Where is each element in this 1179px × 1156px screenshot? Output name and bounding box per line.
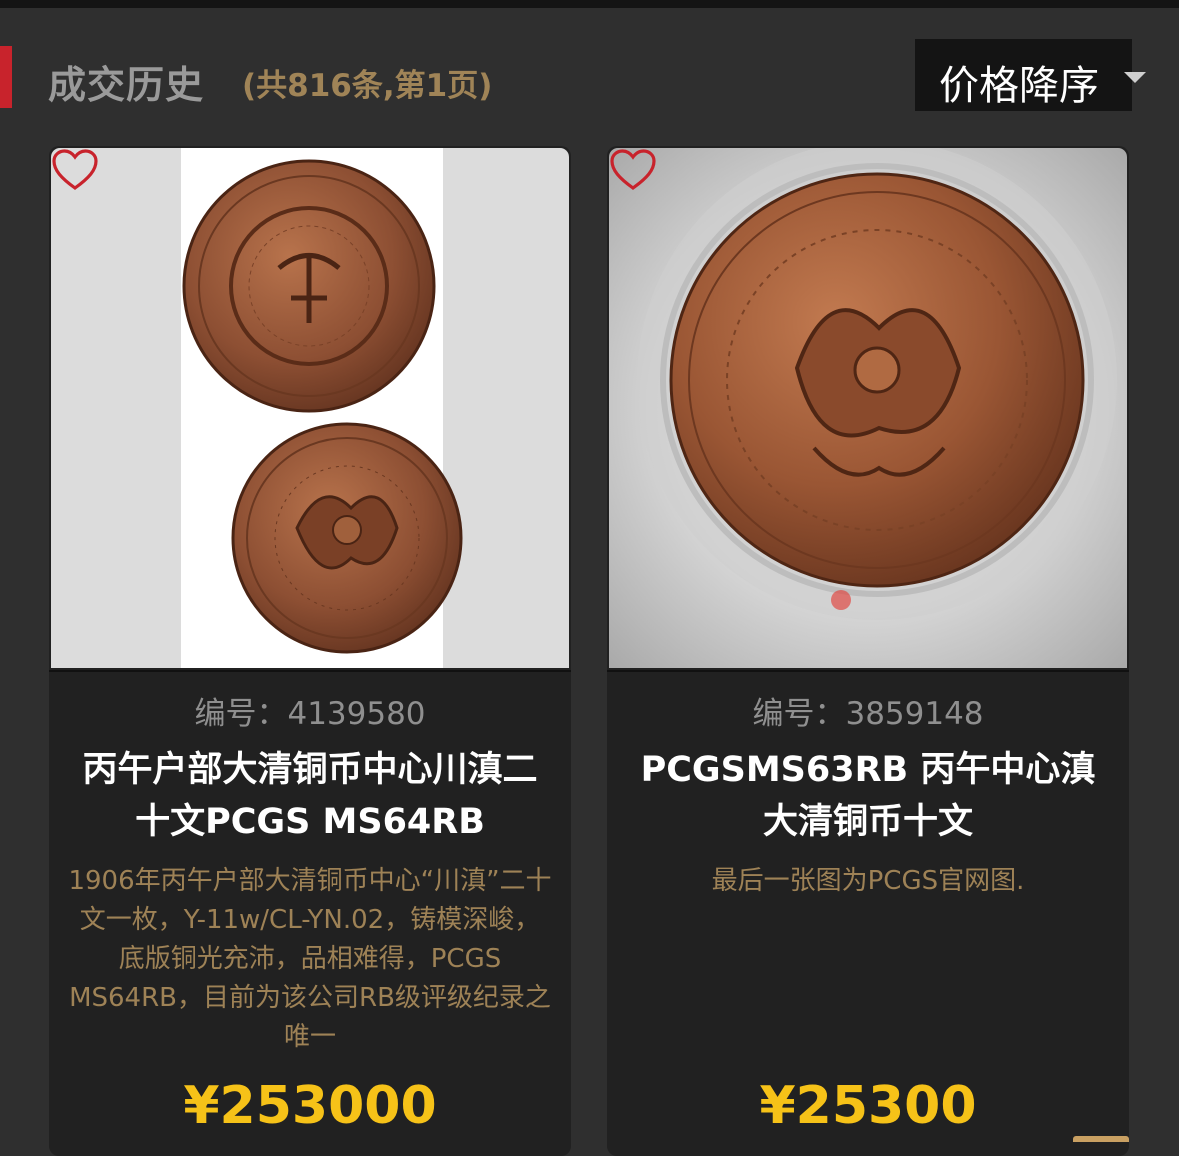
section-accent-bar [0,46,12,108]
heart-outline-icon[interactable] [51,148,99,192]
item-name[interactable]: 丙午户部大清铜币中心川滇二十文PCGS MS64RB [69,744,551,848]
heart-outline-icon[interactable] [609,148,657,192]
dropdown-arrow-icon[interactable] [1124,72,1146,83]
slabbed-coin-image [637,148,1117,620]
floating-tab-edge[interactable] [1073,1136,1129,1142]
coin-photo[interactable] [51,148,569,668]
card-divider [607,670,1129,672]
item-description: 1906年丙午户部大清铜币中心“川滇”二十文一枚，Y-11w/CL-YN.02，… [68,866,552,1052]
top-status-strip [0,0,1179,8]
sort-dropdown[interactable]: 价格降序 [915,39,1132,111]
lot-number: 编号：3859148 [752,696,984,732]
record-count: (共816条,第1页) [242,68,493,104]
item-description: 最后一张图为PCGS官网图. [711,866,1025,896]
lot-number: 编号：4139580 [194,696,426,732]
item-name[interactable]: PCGSMS63RB 丙午中心滇大清铜币十文 [627,744,1109,848]
section-title: 成交历史 [48,63,205,107]
sort-label: 价格降序 [939,63,1099,109]
auction-card[interactable]: 编号：4139580 丙午户部大清铜币中心川滇二十文PCGS MS64RB 19… [49,146,571,1156]
coin-photo[interactable] [609,148,1127,668]
sale-price: ¥253000 [183,1076,437,1136]
sale-price: ¥25300 [759,1076,977,1136]
coin-pair-image [182,159,463,654]
card-divider [49,670,571,672]
auction-card[interactable]: 编号：3859148 PCGSMS63RB 丙午中心滇大清铜币十文 最后一张图为… [607,146,1129,1156]
